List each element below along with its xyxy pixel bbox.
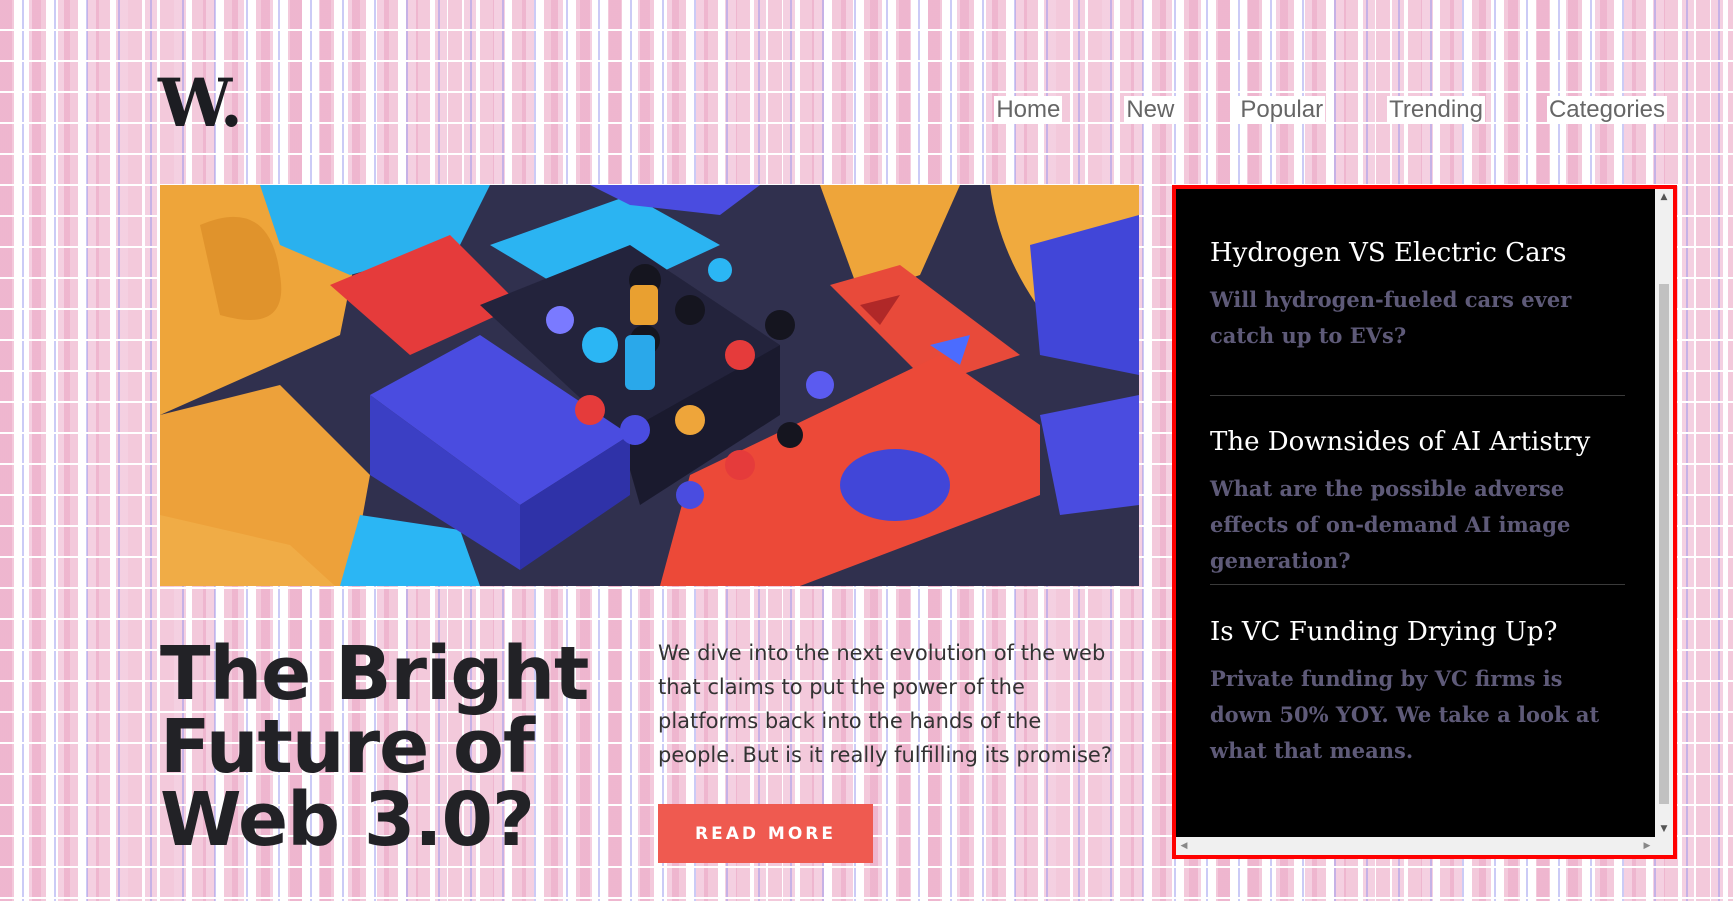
divider	[1210, 395, 1625, 396]
scroll-up-arrow-icon[interactable]: ▲	[1655, 189, 1673, 205]
scrollbar-thumb[interactable]	[1659, 284, 1669, 804]
nav-trending[interactable]: Trending	[1387, 96, 1485, 124]
article-title[interactable]: Hydrogen VS Electric Cars	[1210, 236, 1625, 270]
main-nav: Home New Popular Trending Categories	[932, 96, 1667, 124]
list-item[interactable]: Hydrogen VS Electric Cars Will hydrogen-…	[1210, 236, 1625, 354]
list-item[interactable]: The Downsides of AI Artistry What are th…	[1210, 425, 1625, 579]
headline-line: Web 3.0?	[160, 777, 535, 863]
sidebar-article-list[interactable]: Hydrogen VS Electric Cars Will hydrogen-…	[1172, 185, 1677, 859]
scrollbar-corner	[1655, 837, 1673, 855]
nav-new[interactable]: New	[1124, 96, 1177, 124]
article-desc: What are the possible adverse effects of…	[1210, 476, 1571, 573]
list-item[interactable]: Is VC Funding Drying Up? Private funding…	[1210, 615, 1625, 769]
site-logo[interactable]: W.	[158, 70, 243, 136]
nav-categories[interactable]: Categories	[1546, 96, 1667, 124]
abstract-blocks-illustration	[160, 185, 1139, 586]
headline-line: The Bright	[160, 631, 589, 717]
headline-line: Future of	[160, 704, 535, 790]
article-title[interactable]: Is VC Funding Drying Up?	[1210, 615, 1625, 649]
hero-blurb: We dive into the next evolution of the w…	[658, 641, 1113, 767]
article-title[interactable]: The Downsides of AI Artistry	[1210, 425, 1625, 459]
sidebar-scroll-area[interactable]: Hydrogen VS Electric Cars Will hydrogen-…	[1176, 189, 1655, 837]
article-desc: Will hydrogen-fueled cars ever catch up …	[1210, 287, 1572, 348]
vertical-scrollbar[interactable]: ▲ ▼	[1655, 189, 1673, 837]
hero-headline: The Bright Future of Web 3.0?	[160, 631, 630, 863]
hero-image	[160, 185, 1139, 586]
scroll-right-arrow-icon[interactable]: ▶	[1639, 837, 1655, 855]
scroll-left-arrow-icon[interactable]: ◀	[1176, 837, 1192, 855]
read-more-button[interactable]: READ MORE	[658, 804, 873, 863]
nav-popular[interactable]: Popular	[1238, 96, 1326, 124]
divider	[1210, 584, 1625, 585]
article-desc: Private funding by VC firms is down 50% …	[1210, 666, 1600, 763]
nav-home[interactable]: Home	[994, 96, 1063, 124]
scroll-down-arrow-icon[interactable]: ▼	[1655, 821, 1673, 837]
horizontal-scrollbar[interactable]: ◀ ▶	[1176, 837, 1655, 855]
